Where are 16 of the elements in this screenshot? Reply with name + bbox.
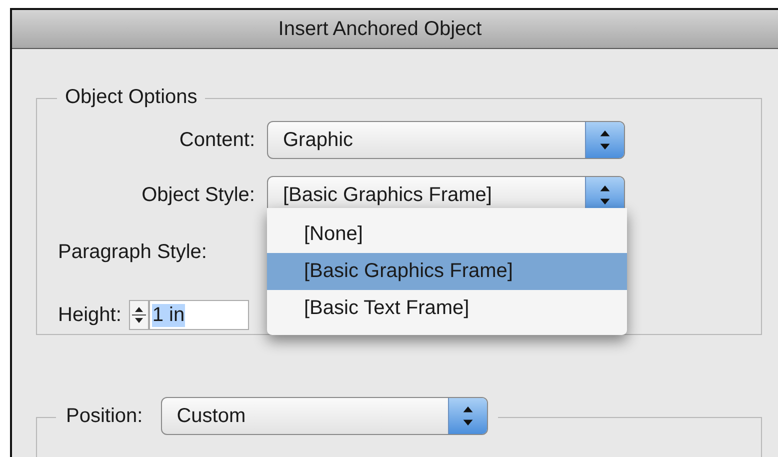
menu-item[interactable]: [None] bbox=[267, 216, 627, 253]
menu-item[interactable]: [Basic Text Frame] bbox=[267, 290, 627, 327]
content-select[interactable]: Graphic bbox=[267, 121, 625, 159]
stepper-icon[interactable] bbox=[129, 300, 150, 330]
field-label: Position: bbox=[66, 404, 143, 428]
height-input-field[interactable]: 1 in bbox=[149, 300, 250, 330]
field-label: Paragraph Style: bbox=[58, 240, 208, 264]
group-legend: Object Options bbox=[57, 86, 206, 109]
menu-item[interactable]: [Basic Graphics Frame] bbox=[267, 253, 627, 290]
field-label: Content: bbox=[178, 128, 255, 152]
stepper-arrows-icon bbox=[585, 122, 624, 158]
field-label: Height: bbox=[58, 304, 122, 326]
position-select[interactable]: Custom bbox=[160, 397, 488, 435]
stepper-arrows-icon bbox=[448, 398, 487, 434]
window-title: Insert Anchored Object bbox=[278, 18, 482, 40]
field-label: Object Style: bbox=[140, 184, 255, 206]
